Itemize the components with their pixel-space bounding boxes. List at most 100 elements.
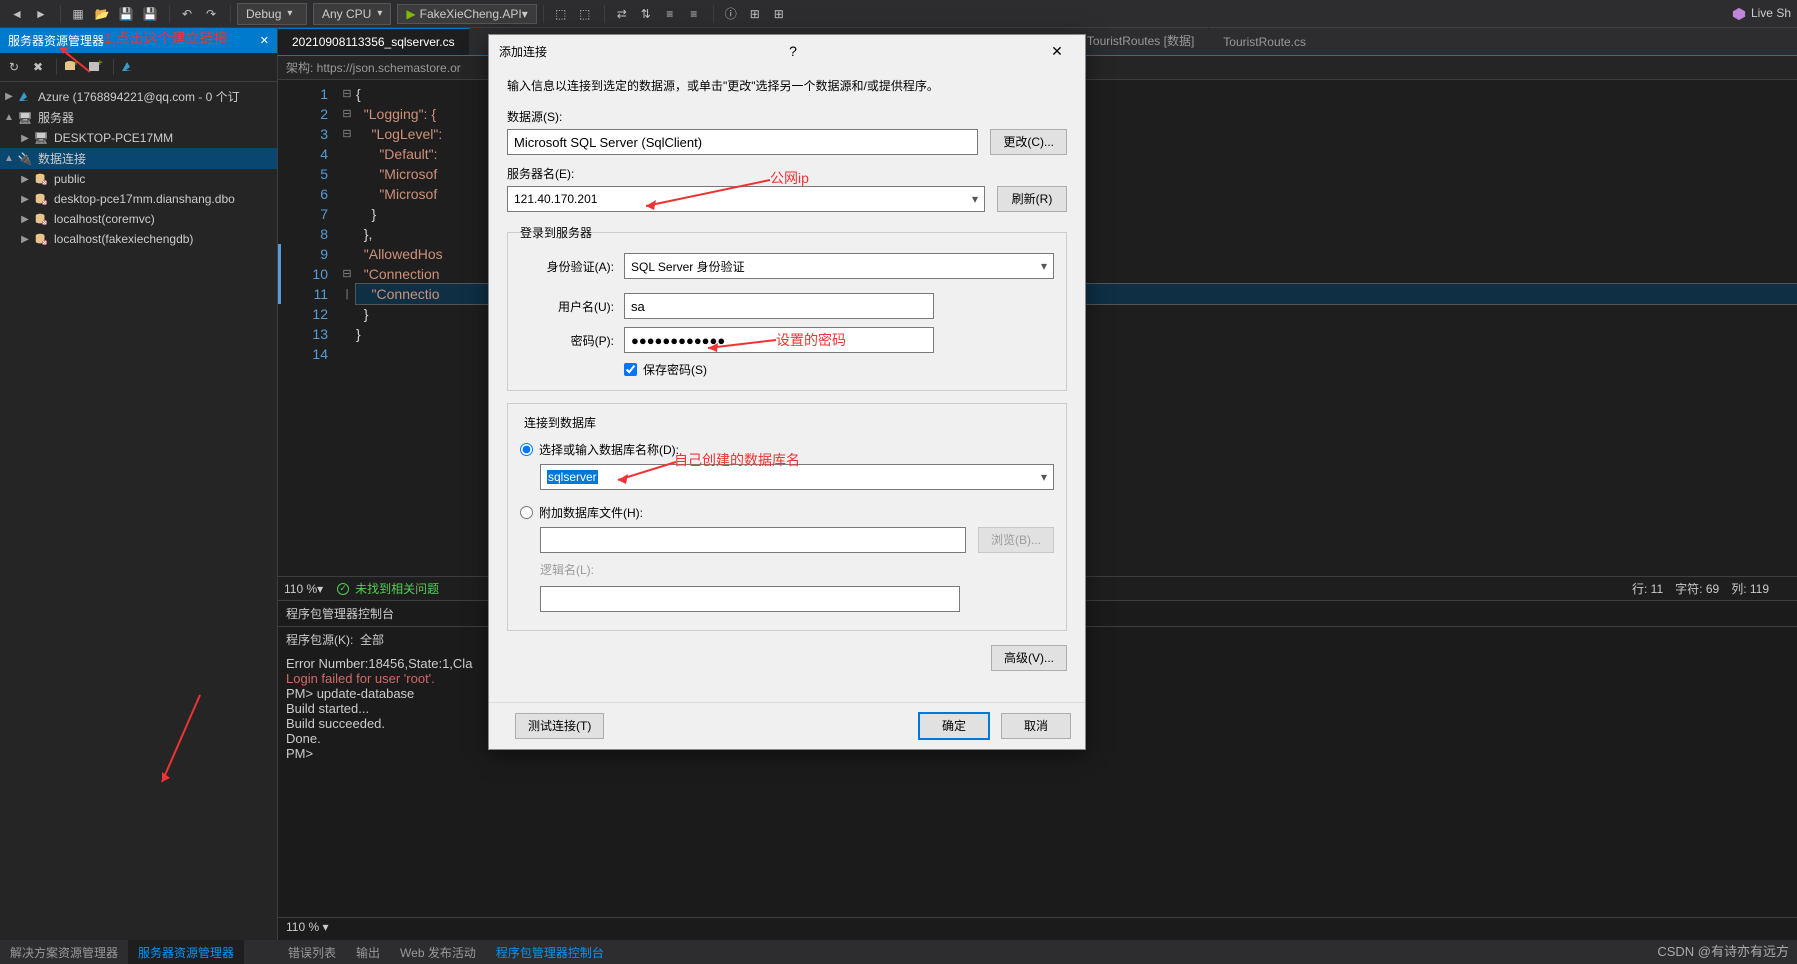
change-button[interactable]: 更改(C)... bbox=[990, 129, 1067, 155]
tab-file[interactable]: .TouristRoutes [数据] bbox=[1070, 26, 1210, 55]
server-combo[interactable]: 121.40.170.201 bbox=[507, 186, 985, 212]
tab-server-explorer[interactable]: 服务器资源管理器 bbox=[128, 940, 244, 964]
dialog-help-icon[interactable]: ? bbox=[775, 43, 811, 59]
toolbar-icon-6[interactable]: ≡ bbox=[683, 3, 705, 25]
toolbar-icon-7[interactable]: ⓘ bbox=[720, 3, 742, 25]
config-dropdown[interactable]: Debug bbox=[237, 3, 307, 25]
panel-toolbar: ↻ ✖ + + bbox=[0, 53, 277, 82]
db-attach-radio-input[interactable] bbox=[520, 506, 533, 519]
login-fieldset: 登录到服务器 身份验证(A): SQL Server 身份验证 用户名(U): … bbox=[507, 224, 1067, 391]
username-input[interactable] bbox=[624, 293, 934, 319]
login-legend: 登录到服务器 bbox=[520, 224, 592, 241]
refresh-icon[interactable]: ↻ bbox=[4, 57, 24, 77]
new-icon[interactable]: ▦ bbox=[67, 3, 89, 25]
platform-dropdown[interactable]: Any CPU bbox=[313, 3, 391, 25]
tab-file-active[interactable]: 20210908113356_sqlserver.cs bbox=[278, 28, 470, 55]
server-label: 服务器名(E): bbox=[507, 165, 1067, 182]
refresh-button[interactable]: 刷新(R) bbox=[997, 186, 1067, 212]
datasource-label: 数据源(S): bbox=[507, 108, 1067, 125]
svg-text:+: + bbox=[97, 59, 103, 69]
toolbar-icon-8[interactable]: ⊞ bbox=[744, 3, 766, 25]
bottom-left-tabstrip: 解决方案资源管理器 服务器资源管理器 bbox=[0, 940, 244, 964]
browse-button: 浏览(B)... bbox=[978, 527, 1054, 553]
test-connection-button[interactable]: 测试连接(T) bbox=[515, 713, 604, 739]
server-folder-icon: 🖥 bbox=[16, 110, 34, 126]
dialog-titlebar: 添加连接 ? ✕ bbox=[489, 35, 1085, 67]
db-attach-radio[interactable]: 附加数据库文件(H): bbox=[520, 504, 1054, 521]
tree-db-item[interactable]: ▶desktop-pce17mm.dianshang.dbo bbox=[0, 189, 277, 209]
cursor-position: 行: 11字符: 69列: 119 bbox=[1632, 580, 1781, 597]
server-explorer-panel: 服务器资源管理器 ✕ ↻ ✖ + + ▶Azure (1768894221@qq… bbox=[0, 28, 278, 940]
toolbar-icon-4[interactable]: ⇅ bbox=[635, 3, 657, 25]
run-button[interactable]: ▶FakeXieCheng.API ▾ bbox=[397, 4, 536, 24]
database-icon bbox=[32, 171, 50, 187]
tab-output[interactable]: 输出 bbox=[346, 940, 390, 964]
server-icon: 🖥 bbox=[32, 130, 50, 146]
connect-db-icon[interactable]: + bbox=[61, 57, 81, 77]
open-icon[interactable]: 📂 bbox=[91, 3, 113, 25]
save-all-icon[interactable]: 💾 bbox=[139, 3, 161, 25]
tree-data-connections[interactable]: ▲🔌数据连接 bbox=[0, 148, 277, 169]
toolbar-icon-1[interactable]: ⬚ bbox=[550, 3, 572, 25]
tab-solution-explorer[interactable]: 解决方案资源管理器 bbox=[0, 940, 128, 964]
dialog-close-icon[interactable]: ✕ bbox=[1039, 43, 1075, 60]
fold-column: ⊟⊟⊟⊟| bbox=[338, 80, 356, 576]
tree-desktop[interactable]: ▶🖥DESKTOP-PCE17MM bbox=[0, 128, 277, 148]
db-select-radio[interactable]: 选择或输入数据库名称(D): bbox=[520, 441, 1054, 458]
pm-zoom[interactable]: 110 % ▾ bbox=[278, 917, 1797, 939]
add-connection-dialog: 添加连接 ? ✕ 输入信息以连接到选定的数据源，或单击"更改"选择另一个数据源和… bbox=[488, 34, 1086, 750]
db-name-combo[interactable]: sqlserver bbox=[540, 464, 1054, 490]
tree-db-item[interactable]: ▶localhost(coremvc) bbox=[0, 209, 277, 229]
toolbar-icon-3[interactable]: ⇄ bbox=[611, 3, 633, 25]
live-share-button[interactable]: Live Sh bbox=[1732, 6, 1791, 21]
redo-icon[interactable]: ↷ bbox=[200, 3, 222, 25]
cancel-button[interactable]: 取消 bbox=[1001, 713, 1071, 739]
logical-name-input bbox=[540, 586, 960, 612]
tree-servers[interactable]: ▲🖥服务器 bbox=[0, 107, 277, 128]
pm-source-dropdown[interactable]: 全部 bbox=[360, 631, 384, 648]
dialog-instruction: 输入信息以连接到选定的数据源，或单击"更改"选择另一个数据源和/或提供程序。 bbox=[507, 77, 1067, 94]
db-select-radio-input[interactable] bbox=[520, 443, 533, 456]
toolbar-icon-9[interactable]: ⊞ bbox=[768, 3, 790, 25]
connect-server-icon[interactable]: + bbox=[85, 57, 105, 77]
play-icon: ▶ bbox=[406, 7, 415, 21]
user-label: 用户名(U): bbox=[520, 298, 614, 315]
main-toolbar: ◄ ► ▦ 📂 💾 💾 ↶ ↷ Debug Any CPU ▶FakeXieCh… bbox=[0, 0, 1797, 28]
server-tree: ▶Azure (1768894221@qq.com - 0 个订 ▲🖥服务器 ▶… bbox=[0, 82, 277, 253]
advanced-button[interactable]: 高级(V)... bbox=[991, 645, 1067, 671]
panel-title: 服务器资源管理器 ✕ bbox=[0, 28, 277, 53]
save-icon[interactable]: 💾 bbox=[115, 3, 137, 25]
nav-fwd-icon[interactable]: ► bbox=[30, 3, 52, 25]
password-label: 密码(P): bbox=[520, 332, 614, 349]
toolbar-icon-5[interactable]: ≡ bbox=[659, 3, 681, 25]
database-fieldset: 连接到数据库 选择或输入数据库名称(D): sqlserver 附加数据库文件(… bbox=[507, 403, 1067, 631]
tab-file[interactable]: TouristRoute.cs bbox=[1209, 29, 1321, 55]
ok-button[interactable]: 确定 bbox=[919, 713, 989, 739]
tab-web-publish[interactable]: Web 发布活动 bbox=[390, 940, 486, 964]
toolbar-icon-2[interactable]: ⬚ bbox=[574, 3, 596, 25]
issues-indicator[interactable]: ✓未找到相关问题 bbox=[337, 580, 439, 597]
watermark: CSDN @有诗亦有远方 bbox=[1657, 941, 1789, 960]
svg-text:+: + bbox=[73, 59, 79, 69]
datasource-input bbox=[507, 129, 978, 155]
database-icon bbox=[32, 191, 50, 207]
database-icon bbox=[32, 231, 50, 247]
auth-combo[interactable]: SQL Server 身份验证 bbox=[624, 253, 1054, 279]
stop-icon[interactable]: ✖ bbox=[28, 57, 48, 77]
panel-close-icon[interactable]: ✕ bbox=[260, 34, 269, 47]
password-input[interactable] bbox=[624, 327, 934, 353]
tab-error-list[interactable]: 错误列表 bbox=[278, 940, 346, 964]
tab-pm-console[interactable]: 程序包管理器控制台 bbox=[486, 940, 614, 964]
tree-azure[interactable]: ▶Azure (1768894221@qq.com - 0 个订 bbox=[0, 86, 277, 107]
save-password-checkbox[interactable] bbox=[624, 363, 637, 376]
data-conn-icon: 🔌 bbox=[16, 151, 34, 167]
azure-icon[interactable] bbox=[118, 57, 138, 77]
db-file-input bbox=[540, 527, 966, 553]
azure-node-icon bbox=[16, 89, 34, 105]
zoom-dropdown[interactable]: 110 % ▾ bbox=[284, 582, 323, 596]
undo-icon[interactable]: ↶ bbox=[176, 3, 198, 25]
nav-back-icon[interactable]: ◄ bbox=[6, 3, 28, 25]
tree-db-item[interactable]: ▶public bbox=[0, 169, 277, 189]
tree-db-item[interactable]: ▶localhost(fakexiechengdb) bbox=[0, 229, 277, 249]
save-password-check[interactable]: 保存密码(S) bbox=[624, 361, 1054, 378]
